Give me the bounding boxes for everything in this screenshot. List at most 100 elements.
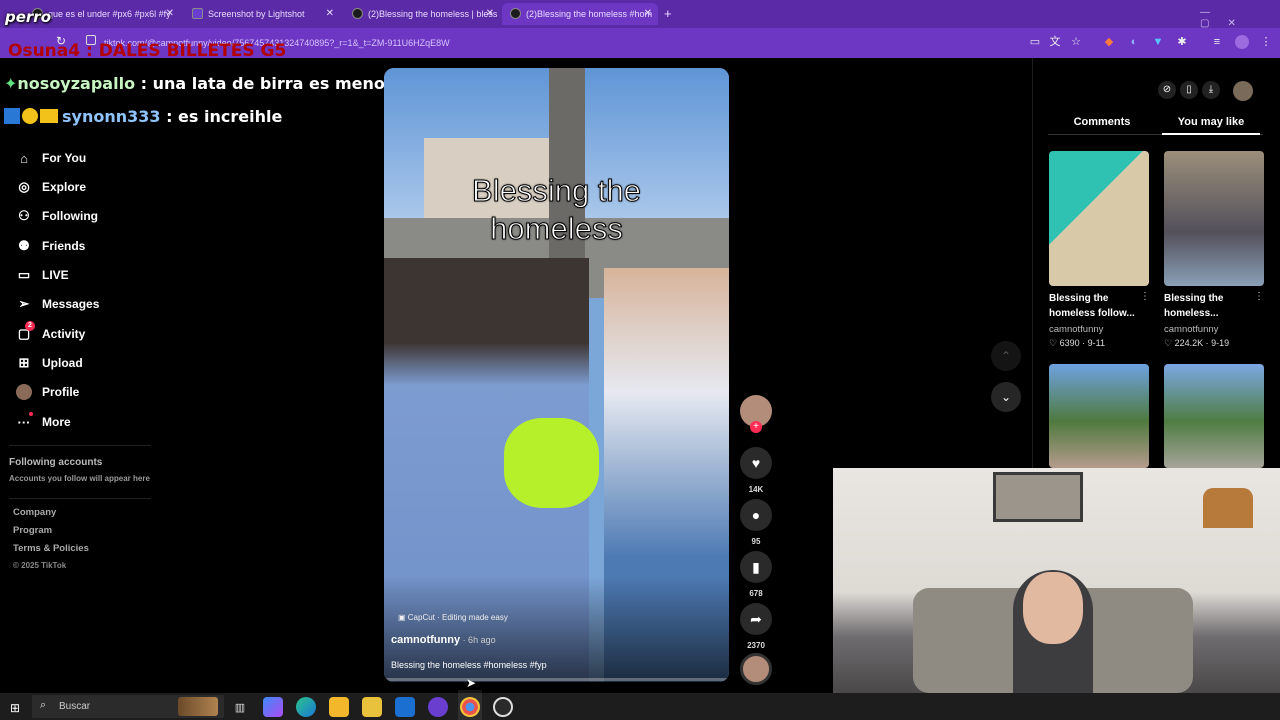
new-tab-icon[interactable]: + — [664, 6, 672, 21]
browser-tab[interactable]: (2)Blessing the homeless | bless ✕ — [344, 3, 500, 25]
copilot-icon[interactable] — [263, 697, 283, 717]
store-icon[interactable] — [362, 697, 382, 717]
sidebar-item-for-you[interactable]: ⌂ For You — [16, 147, 86, 169]
profile-avatar[interactable] — [1233, 81, 1253, 101]
phone-icon[interactable]: ▯ — [1180, 81, 1198, 99]
extensions-puzzle-icon[interactable]: ✱ — [1175, 35, 1189, 49]
chat-badge-icon: ✦ — [4, 74, 18, 93]
extension-icon[interactable]: ▼ — [1151, 35, 1165, 49]
tiktok-favicon — [352, 8, 363, 19]
search-highlight-image — [178, 697, 218, 716]
search-icon: ⌕ — [40, 699, 47, 711]
chat-badge-icon — [22, 108, 38, 124]
task-view-icon[interactable]: ▥ — [230, 697, 250, 717]
sidebar-item-explore[interactable]: ◎ Explore — [16, 176, 86, 198]
sidebar-item-more[interactable]: ··· More — [16, 411, 71, 433]
browser-tab-active[interactable]: (2)Blessing the homeless #hom ✕ — [502, 3, 658, 25]
card-more-icon[interactable]: ⋮ — [1140, 291, 1150, 302]
capcut-label[interactable]: ▣ CapCut · Editing made easy — [398, 613, 508, 622]
comment-icon: ● — [740, 499, 772, 531]
card-more-icon[interactable]: ⋮ — [1254, 291, 1264, 302]
heart-icon: ♡ — [1049, 338, 1060, 348]
video-object — [504, 418, 599, 508]
music-disc-icon — [740, 653, 772, 685]
video-author[interactable]: camnotfunny · 6h ago — [391, 634, 496, 646]
save-button[interactable]: ▮ 678 — [740, 551, 772, 598]
app-icon[interactable] — [428, 697, 448, 717]
sidebar-item-friends[interactable]: ⚉ Friends — [16, 235, 85, 257]
window-controls[interactable]: —▢✕ — [1200, 7, 1280, 29]
obs-icon[interactable] — [493, 697, 513, 717]
browser-menu-icon[interactable]: ⋮ — [1259, 35, 1273, 49]
tab-comments[interactable]: Comments — [1048, 116, 1156, 128]
activity-badge: 2 — [25, 321, 35, 331]
sidebar-item-messages[interactable]: ➢ Messages — [16, 293, 100, 315]
copyright: © 2025 TikTok — [13, 561, 67, 570]
video-thumbnail[interactable] — [1164, 364, 1264, 468]
video-thumbnail[interactable] — [1049, 364, 1149, 468]
video-description[interactable]: Blessing the homeless #homeless #fyp — [391, 660, 547, 670]
close-tab-icon[interactable]: ✕ — [644, 8, 652, 19]
video-thumbnail[interactable] — [1164, 151, 1264, 286]
comment-button[interactable]: ● 95 — [740, 499, 772, 546]
extension-icon[interactable]: ◆ — [1102, 35, 1116, 49]
sidebar-item-following[interactable]: ⚇ Following — [16, 205, 98, 227]
video-progress-bar[interactable] — [384, 678, 729, 681]
prev-video-chevron-up-icon[interactable]: ⌃ — [991, 341, 1021, 371]
close-tab-icon[interactable]: ✕ — [166, 8, 174, 19]
sidebar-item-activity[interactable]: ▢ 2 Activity — [16, 321, 85, 345]
browser-tab[interactable]: Screenshot by Lightshot ✕ — [184, 3, 340, 25]
edge-icon[interactable] — [296, 697, 316, 717]
avatar — [16, 384, 32, 400]
taskbar-search[interactable]: ⌕ Buscar — [32, 695, 224, 718]
live-icon: ▭ — [17, 267, 31, 282]
card-author[interactable]: camnotfunny — [1049, 324, 1103, 335]
heart-icon: ♥ — [740, 447, 772, 479]
creator-avatar[interactable]: + — [740, 395, 772, 433]
heart-icon: ♡ — [1164, 338, 1175, 348]
install-icon[interactable]: ▭ — [1028, 35, 1042, 49]
extension-icon[interactable]: ◐ — [1127, 35, 1141, 49]
download-icon[interactable]: ⤓ — [1202, 81, 1220, 99]
sidebar-item-upload[interactable]: ⊞ Upload — [16, 352, 83, 374]
notification-dot — [29, 412, 33, 416]
tiktok-favicon — [510, 8, 521, 19]
chat-message: synonn333 : es increihle — [4, 107, 282, 126]
sound-disc[interactable] — [740, 653, 772, 685]
footer-link-terms[interactable]: Terms & Policies — [13, 543, 89, 554]
browser-profile-avatar[interactable] — [1235, 35, 1249, 49]
footer-link-company[interactable]: Company — [13, 507, 56, 518]
follow-plus-icon[interactable]: + — [750, 421, 762, 433]
divider — [9, 498, 151, 499]
messages-icon: ➢ — [18, 296, 30, 311]
card-title[interactable]: Blessing the homeless follow... — [1049, 291, 1139, 321]
chat-badge-icon — [4, 108, 20, 124]
translate-icon[interactable]: 文 — [1048, 35, 1062, 49]
bookmark-icon: ▮ — [740, 551, 772, 583]
like-button[interactable]: ♥ 14K — [740, 447, 772, 494]
video-player[interactable]: Blessing the homeless ▣ CapCut · Editing… — [384, 68, 729, 682]
card-author[interactable]: camnotfunny — [1164, 324, 1218, 335]
sidebar-item-live[interactable]: ▭ LIVE — [16, 264, 69, 286]
file-explorer-icon[interactable] — [329, 697, 349, 717]
tab-you-may-like[interactable]: You may like — [1162, 116, 1260, 128]
active-app-highlight — [458, 690, 482, 720]
media-icon[interactable]: ≡ — [1210, 35, 1224, 49]
card-title[interactable]: Blessing the homeless... — [1164, 291, 1244, 321]
share-icon: ➦ — [740, 603, 772, 635]
divider — [9, 445, 151, 446]
mail-icon[interactable] — [395, 697, 415, 717]
footer-link-program[interactable]: Program — [13, 525, 52, 536]
video-thumbnail[interactable] — [1049, 151, 1149, 286]
home-icon: ⌂ — [20, 150, 28, 166]
close-tab-icon[interactable]: ✕ — [486, 8, 494, 19]
bookmark-star-icon[interactable]: ☆ — [1069, 35, 1083, 49]
next-video-chevron-down-icon[interactable]: ⌄ — [991, 382, 1021, 412]
sidebar-item-profile[interactable]: Profile — [16, 381, 79, 403]
close-tab-icon[interactable]: ✕ — [326, 8, 334, 19]
rewind-icon[interactable]: ⊘ — [1158, 81, 1176, 99]
windows-start-icon[interactable]: ⊞ — [10, 701, 20, 715]
more-icon: ··· — [16, 412, 33, 430]
tab-active-indicator — [1162, 133, 1260, 135]
share-button[interactable]: ➦ 2370 — [740, 603, 772, 650]
